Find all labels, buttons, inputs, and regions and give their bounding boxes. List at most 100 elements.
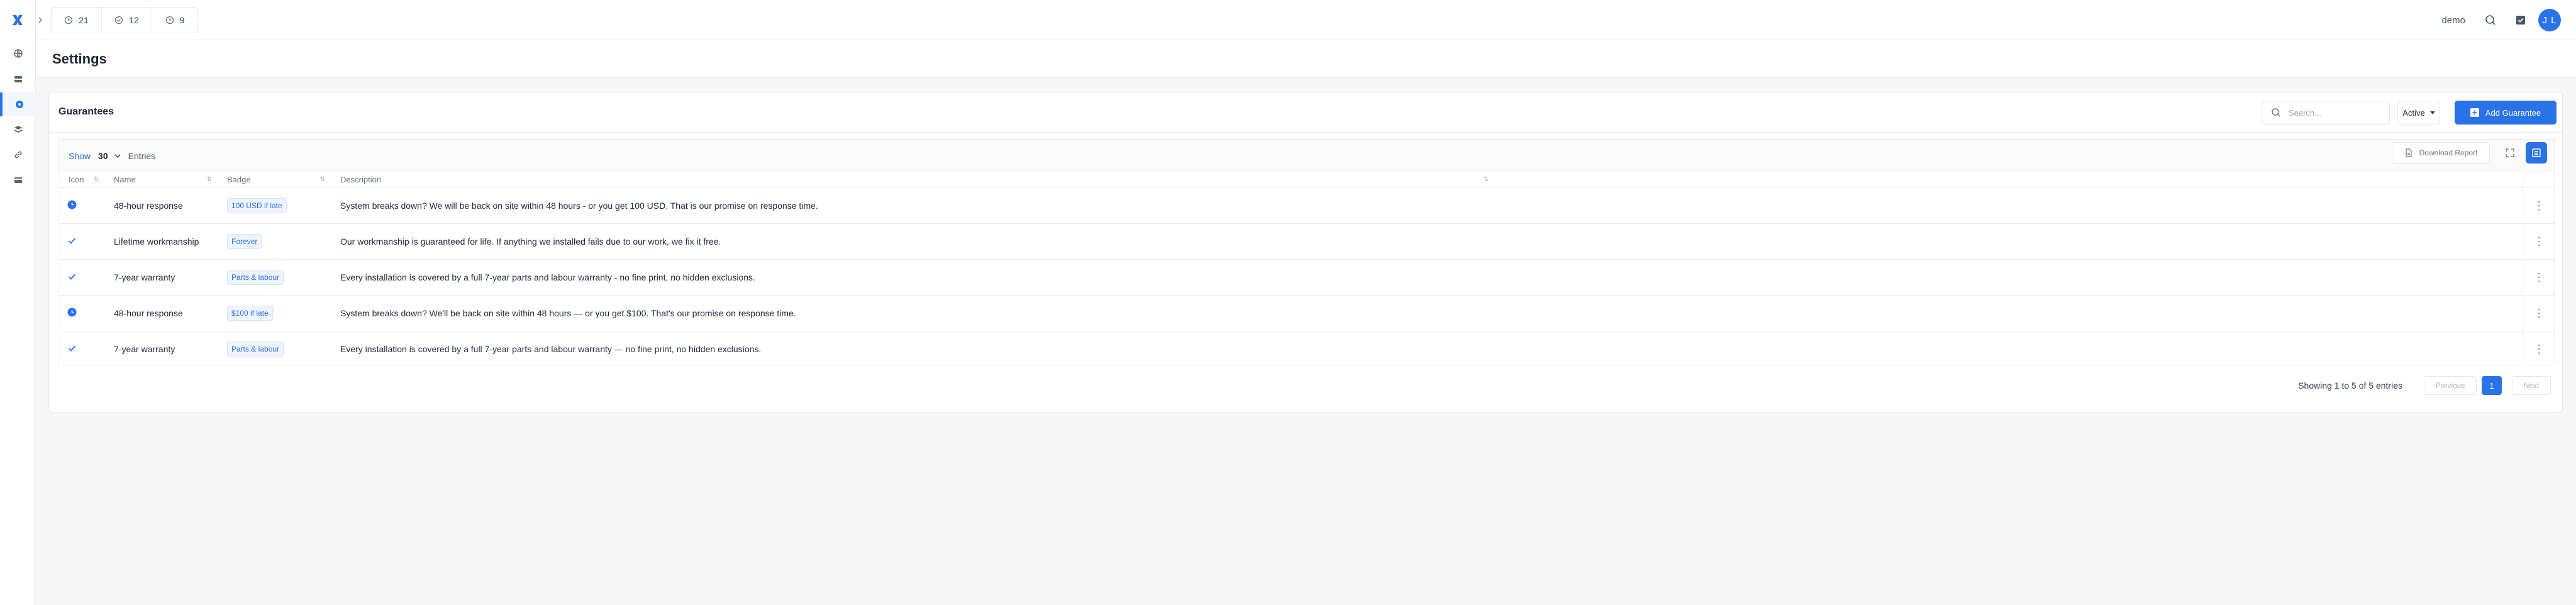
table-row[interactable]: 7-year warranty Parts & labour Every ins… <box>58 331 2555 367</box>
row-description: Our workmanship is guaranteed for life. … <box>330 223 1494 260</box>
row-spacer <box>1494 187 2523 224</box>
list-icon <box>14 76 22 82</box>
table-row[interactable]: 48-hour response 100 USD if late System … <box>58 187 2555 224</box>
columns-icon <box>2532 148 2541 157</box>
row-badge-cell: Forever <box>217 223 330 260</box>
user-label: demo <box>2441 14 2465 26</box>
row-badge: $100 if late <box>227 305 273 321</box>
sidebar-item-settings[interactable] <box>0 92 36 116</box>
more-vertical-icon[interactable]: ⋮ <box>2533 271 2545 284</box>
column-header-name[interactable]: Name ⇅ <box>104 172 217 188</box>
row-icon-cell <box>58 295 104 331</box>
app-logo-icon[interactable] <box>11 13 25 27</box>
check-square-icon <box>2516 16 2525 25</box>
more-vertical-icon[interactable]: ⋮ <box>2533 235 2545 248</box>
row-badge-cell: Parts & labour <box>217 331 330 367</box>
sort-icon: ⇅ <box>319 176 326 183</box>
column-header-spacer <box>1494 172 2523 188</box>
check-icon <box>68 345 76 352</box>
top-bar: 21 12 9 demo J L <box>36 0 2576 40</box>
row-spacer <box>1494 223 2523 260</box>
table-row[interactable]: 7-year warranty Parts & labour Every ins… <box>58 259 2555 296</box>
counter-completed[interactable]: 12 <box>102 8 152 33</box>
guarantees-table: Icon ⇅ Name ⇅ Badge ⇅ Description ⇅ 48-hour … <box>58 172 2555 367</box>
row-icon-cell <box>58 259 104 296</box>
file-icon <box>2406 148 2412 157</box>
row-menu-cell: ⋮ <box>2522 331 2555 367</box>
table-row[interactable]: Lifetime workmanship Forever Our workman… <box>58 223 2555 260</box>
sort-icon: ⇅ <box>206 176 213 183</box>
previous-page-button[interactable]: Previous <box>2424 376 2477 395</box>
add-guarantee-button[interactable]: Add Guarantee <box>2455 101 2557 125</box>
fullscreen-button[interactable] <box>2501 143 2519 162</box>
row-badge-cell: 100 USD if late <box>217 187 330 224</box>
row-icon-cell <box>58 331 104 367</box>
column-header-label: Description <box>340 175 382 185</box>
row-badge: Parts & labour <box>227 341 284 357</box>
page-length-value: 30 <box>98 151 108 161</box>
download-report-button[interactable]: Download Report <box>2392 142 2490 164</box>
add-guarantee-label: Add Guarantee <box>2485 108 2541 118</box>
page-title: Settings <box>52 51 107 67</box>
expand-sidebar-button[interactable] <box>36 13 45 28</box>
table-row[interactable]: 48-hour response $100 if late System bre… <box>58 295 2555 331</box>
download-report-label: Download Report <box>2419 148 2478 157</box>
sidebar-item-list[interactable] <box>0 67 36 91</box>
counter-value: 21 <box>79 15 89 25</box>
row-description: System breaks down? We will be back on s… <box>330 187 1494 224</box>
sidebar-item-globe[interactable] <box>0 42 36 65</box>
more-vertical-icon[interactable]: ⋮ <box>2533 307 2545 319</box>
card-title: Guarantees <box>58 106 114 117</box>
counter-pending[interactable]: 21 <box>52 8 102 33</box>
row-badge: Forever <box>227 233 262 249</box>
more-vertical-icon[interactable]: ⋮ <box>2533 199 2545 212</box>
search-box[interactable] <box>2262 101 2390 125</box>
counter-overdue[interactable]: 9 <box>152 8 197 33</box>
more-vertical-icon[interactable]: ⋮ <box>2533 343 2545 355</box>
column-header-label: Icon <box>69 175 84 185</box>
sidebar-item-link[interactable] <box>0 143 36 167</box>
row-badge: Parts & labour <box>227 269 284 285</box>
row-name: 7-year warranty <box>114 343 175 354</box>
guarantees-card: Guarantees Active Add Guarantee Show 30 … <box>48 92 2563 413</box>
status-filter-select[interactable]: Active <box>2397 101 2440 125</box>
avatar[interactable]: J L <box>2538 9 2561 31</box>
page-length-select[interactable]: 30 <box>98 151 121 161</box>
card-header: Guarantees Active Add Guarantee <box>49 92 2562 133</box>
chevron-right-icon <box>38 17 42 23</box>
show-label: Show <box>69 151 91 161</box>
sidebar-item-layers[interactable] <box>0 118 36 142</box>
search-icon <box>2485 15 2496 25</box>
search-button[interactable] <box>2478 8 2503 33</box>
globe-icon <box>13 49 23 58</box>
column-visibility-button[interactable] <box>2526 142 2547 164</box>
row-name: 48-hour response <box>104 187 217 224</box>
page-button-current[interactable]: 1 <box>2482 376 2502 395</box>
caret-down-icon <box>2429 111 2435 114</box>
column-header-actions <box>2522 172 2555 188</box>
column-header-label: Badge <box>227 175 251 185</box>
row-badge-cell: $100 if late <box>217 295 330 331</box>
guarantees-table-container: Show 30 Entries Download Report Icon ⇅ N… <box>58 139 2555 367</box>
row-spacer <box>1494 295 2523 331</box>
row-badge-cell: Parts & labour <box>217 259 330 296</box>
tasks-button[interactable] <box>2508 8 2533 33</box>
column-header-description[interactable]: Description ⇅ <box>330 172 1494 188</box>
next-page-button[interactable]: Next <box>2512 376 2551 395</box>
top-right-actions: demo J L <box>2441 8 2561 33</box>
sidebar-item-cards[interactable] <box>0 168 36 192</box>
row-description: System breaks down? We'll be back on sit… <box>330 295 1494 331</box>
clock-icon <box>65 16 73 25</box>
expand-icon <box>2506 148 2514 157</box>
check-icon <box>68 237 76 244</box>
search-input[interactable] <box>2289 108 2383 118</box>
entries-label: Entries <box>128 151 156 161</box>
clock-icon <box>165 16 174 25</box>
chevron-down-icon <box>114 154 121 158</box>
pagination: Previous 1 Next <box>2424 376 2551 395</box>
column-header-icon[interactable]: Icon ⇅ <box>58 172 104 188</box>
column-header-badge[interactable]: Badge ⇅ <box>217 172 330 188</box>
page-heading: Settings <box>36 40 2576 78</box>
sidebar <box>0 0 36 605</box>
table-toolbar: Show 30 Entries Download Report <box>58 140 2554 172</box>
